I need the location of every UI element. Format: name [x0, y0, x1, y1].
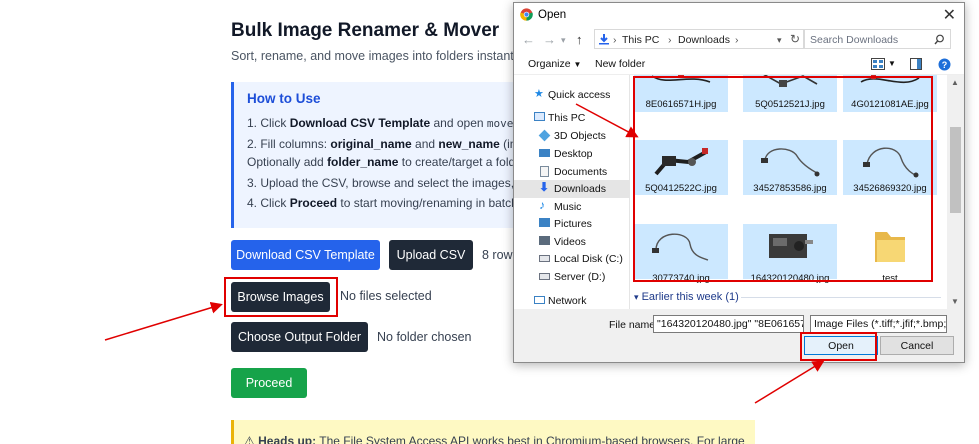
annotation-arrows	[104, 103, 825, 404]
arrow-to-browse-images	[104, 301, 223, 341]
screenshot-stage: Bulk Image Renamer & Mover Sort, rename,…	[0, 0, 979, 444]
arrow-to-open-button	[754, 360, 825, 404]
arrow-to-selected-files	[575, 103, 639, 138]
